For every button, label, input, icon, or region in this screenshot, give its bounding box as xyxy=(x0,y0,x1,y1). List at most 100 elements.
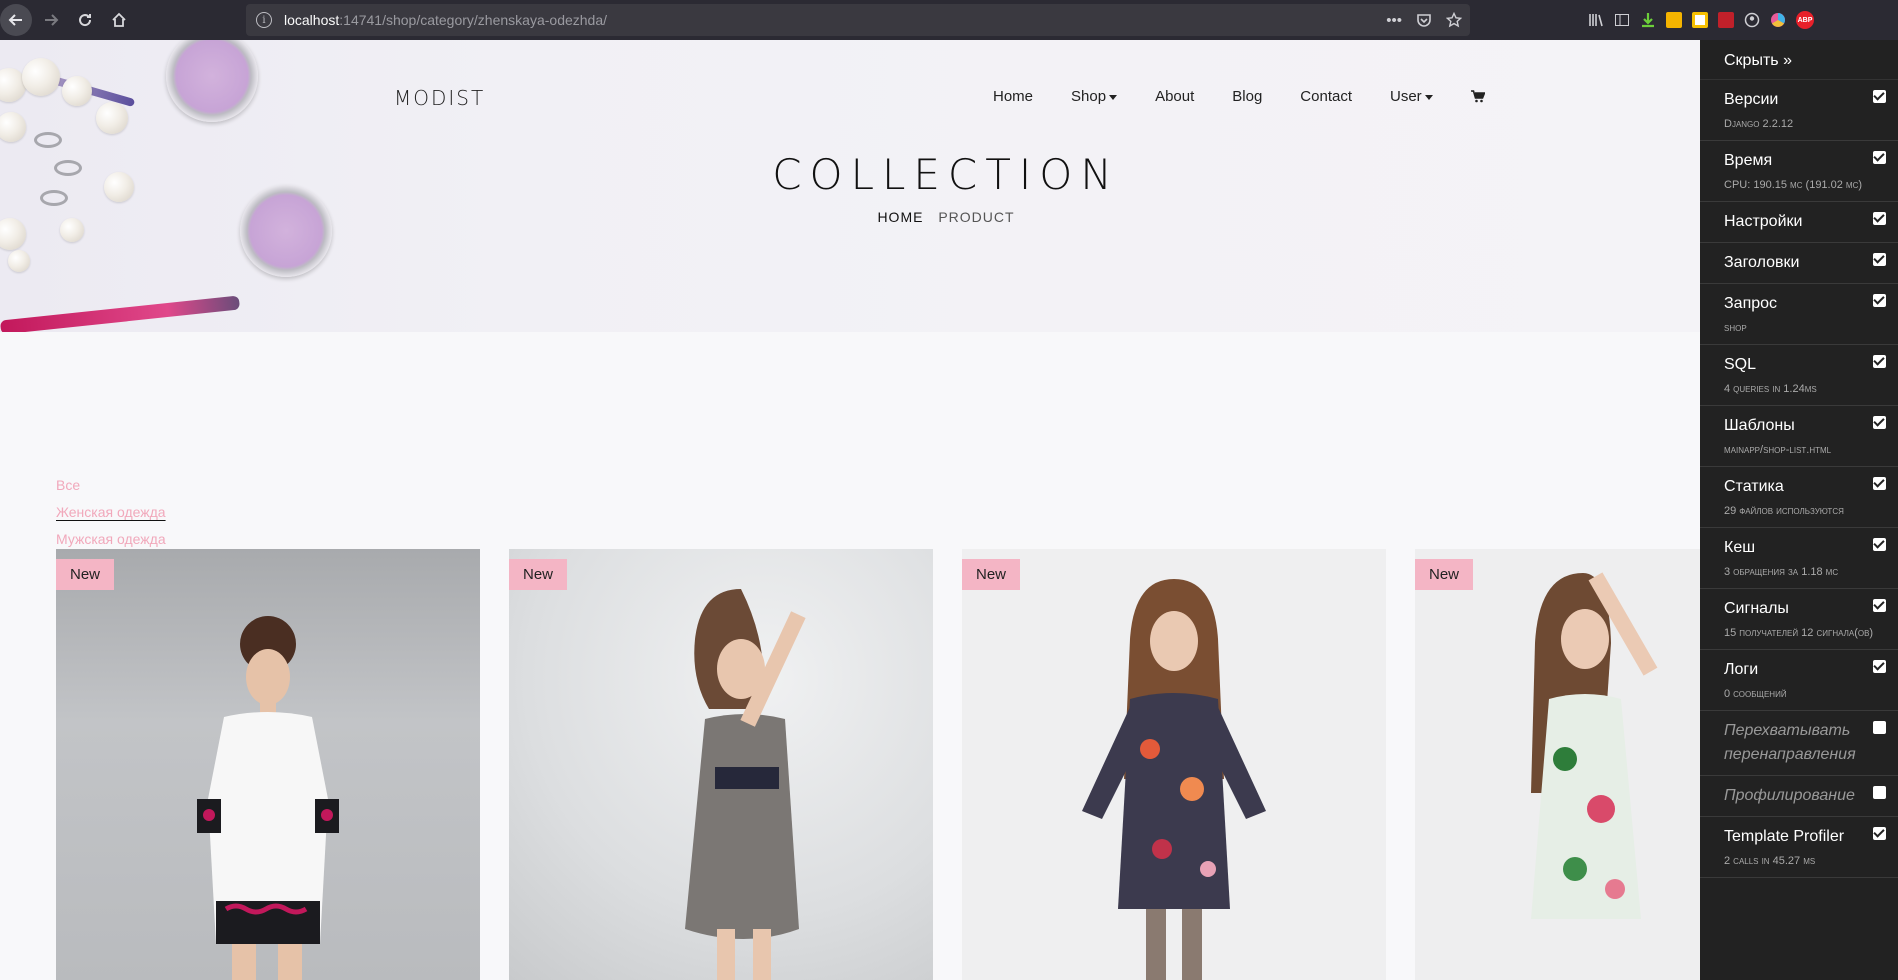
cart-icon[interactable] xyxy=(1470,90,1485,103)
product-image xyxy=(1082,579,1266,980)
nav-about[interactable]: About xyxy=(1155,88,1194,105)
debug-panel-subtitle: 4 queries in 1.24ms xyxy=(1724,383,1817,395)
decorative-eyeshadow xyxy=(166,40,258,122)
panel-toggle-checkbox[interactable] xyxy=(1873,477,1886,490)
debug-panel[interactable]: Статика 29 файлов используются xyxy=(1700,467,1898,528)
panel-toggle-checkbox[interactable] xyxy=(1873,660,1886,673)
debug-panel-list: Версии Django 2.2.12 Время CPU: 190.15 мс (… xyxy=(1700,80,1898,878)
decorative-chain xyxy=(34,132,62,148)
nav-shop[interactable]: Shop xyxy=(1071,88,1118,105)
debug-panel-subtitle: 3 обращения за 1.18 мс xyxy=(1724,566,1839,578)
category-women[interactable]: Женская одежда xyxy=(56,499,171,526)
category-filter: Все Женская одежда Мужская одежда xyxy=(56,472,171,553)
debug-panel-title: Заголовки xyxy=(1724,254,1800,271)
debug-panel[interactable]: Версии Django 2.2.12 xyxy=(1700,80,1898,141)
debug-panel[interactable]: Профилирование xyxy=(1700,776,1898,817)
product-card[interactable]: New xyxy=(1415,549,1700,980)
pocket-icon[interactable] xyxy=(1416,12,1432,28)
debug-panel[interactable]: Логи 0 сообщений xyxy=(1700,650,1898,711)
home-icon xyxy=(112,12,126,27)
debug-panel-title: SQL xyxy=(1724,356,1757,373)
panel-toggle-checkbox[interactable] xyxy=(1873,253,1886,266)
nav-home[interactable]: Home xyxy=(993,88,1033,105)
debug-panel-title: Версии xyxy=(1724,91,1779,108)
debug-panel-subtitle: mainapp/shop-list.html xyxy=(1724,444,1832,456)
ext-yellow-icon[interactable] xyxy=(1666,12,1682,28)
nav-contact[interactable]: Contact xyxy=(1300,88,1352,105)
color-icon[interactable] xyxy=(1770,12,1786,28)
panel-toggle-checkbox[interactable] xyxy=(1873,827,1886,840)
debug-panel-subtitle: shop xyxy=(1724,322,1747,334)
panel-toggle-checkbox[interactable] xyxy=(1873,355,1886,368)
nav-blog[interactable]: Blog xyxy=(1232,88,1262,105)
debug-panel[interactable]: Template Profiler 2 calls in 45.27 ms xyxy=(1700,817,1898,878)
panel-toggle-checkbox[interactable] xyxy=(1873,294,1886,307)
browser-toolbar: i localhost:14741/shop/category/zhenskay… xyxy=(0,0,1898,40)
site-logo[interactable]: MODIST xyxy=(394,86,485,110)
debug-panel[interactable]: Заголовки xyxy=(1700,243,1898,284)
debug-panel[interactable]: Перехватывать перенаправления xyxy=(1700,711,1898,776)
star-icon[interactable] xyxy=(1446,12,1462,28)
nav-shop-label: Shop xyxy=(1071,88,1107,105)
product-card[interactable]: New xyxy=(962,549,1386,980)
panel-toggle-checkbox[interactable] xyxy=(1873,786,1886,799)
breadcrumb: HOME PRODUCT xyxy=(0,209,1892,225)
extension-toolbar: ABP xyxy=(1588,8,1814,32)
sidebar-icon[interactable] xyxy=(1614,12,1630,28)
debug-panel[interactable]: SQL 4 queries in 1.24ms xyxy=(1700,345,1898,406)
debug-panel-title: Настройки xyxy=(1724,213,1803,230)
hide-toolbar-button[interactable]: Скрыть » xyxy=(1700,40,1898,80)
site-info-icon[interactable]: i xyxy=(256,12,272,28)
product-card[interactable]: New xyxy=(56,549,480,980)
main-navigation: Home Shop About Blog Contact User xyxy=(993,88,1485,105)
product-image xyxy=(197,616,339,980)
url-text[interactable]: localhost:14741/shop/category/zhenskaya-… xyxy=(284,12,607,28)
category-all[interactable]: Все xyxy=(56,472,171,499)
nav-user-label: User xyxy=(1390,88,1422,105)
debug-panel[interactable]: Кеш 3 обращения за 1.18 мс xyxy=(1700,528,1898,589)
debug-panel-title: Шаблоны xyxy=(1724,417,1795,434)
download-icon[interactable] xyxy=(1640,12,1656,28)
debug-panel-title: Логи xyxy=(1724,661,1759,678)
home-button[interactable] xyxy=(102,3,136,37)
debug-panel-title: Время xyxy=(1724,152,1773,169)
product-card[interactable]: New xyxy=(509,549,933,980)
debug-panel[interactable]: Сигналы 15 получателей 12 сигнала(ов) xyxy=(1700,589,1898,650)
debug-panel[interactable]: Запрос shop xyxy=(1700,284,1898,345)
url-host: localhost xyxy=(284,12,340,28)
library-icon[interactable] xyxy=(1588,12,1604,28)
url-path: :14741/shop/category/zhenskaya-odezhda/ xyxy=(339,12,608,28)
account-icon[interactable] xyxy=(1744,12,1760,28)
page-title: COLLECTION xyxy=(772,150,1120,199)
panel-toggle-checkbox[interactable] xyxy=(1873,151,1886,164)
debug-panel[interactable]: Настройки xyxy=(1700,202,1898,243)
debug-panel[interactable]: Время CPU: 190.15 мс (191.02 мс) xyxy=(1700,141,1898,202)
panel-toggle-checkbox[interactable] xyxy=(1873,212,1886,225)
reload-button[interactable] xyxy=(68,3,102,37)
panel-toggle-checkbox[interactable] xyxy=(1873,721,1886,734)
ext-red-icon[interactable] xyxy=(1718,12,1734,28)
panel-toggle-checkbox[interactable] xyxy=(1873,90,1886,103)
ext-note-icon[interactable] xyxy=(1692,12,1708,28)
arrow-left-icon xyxy=(8,14,22,26)
breadcrumb-home[interactable]: HOME xyxy=(877,209,923,225)
caret-down-icon xyxy=(1424,94,1433,100)
panel-toggle-checkbox[interactable] xyxy=(1873,538,1886,551)
debug-panel-title: Профилирование xyxy=(1724,787,1855,804)
page-actions-icon[interactable]: ••• xyxy=(1386,12,1402,29)
panel-toggle-checkbox[interactable] xyxy=(1873,599,1886,612)
new-badge: New xyxy=(1415,559,1474,590)
new-badge: New xyxy=(509,559,568,590)
adblock-icon[interactable]: ABP xyxy=(1796,11,1814,29)
breadcrumb-product: PRODUCT xyxy=(938,209,1015,225)
nav-user[interactable]: User xyxy=(1390,88,1433,105)
debug-panel-subtitle: 15 получателей 12 сигнала(ов) xyxy=(1724,627,1874,639)
forward-button[interactable] xyxy=(34,3,68,37)
decorative-pearl xyxy=(62,76,92,106)
decorative-pearl xyxy=(8,250,30,272)
debug-panel[interactable]: Шаблоны mainapp/shop-list.html xyxy=(1700,406,1898,467)
decorative-pearl xyxy=(96,102,128,134)
back-button[interactable] xyxy=(0,4,32,36)
panel-toggle-checkbox[interactable] xyxy=(1873,416,1886,429)
address-bar[interactable]: i localhost:14741/shop/category/zhenskay… xyxy=(246,4,1470,36)
